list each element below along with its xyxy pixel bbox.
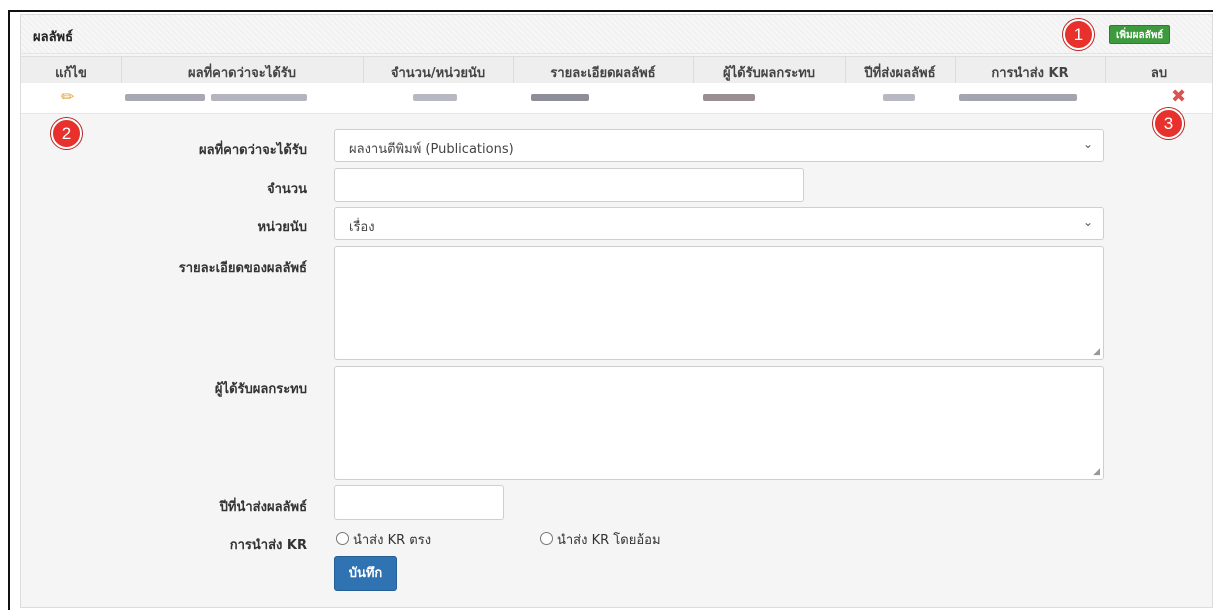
chevron-down-icon: ⌄ (1082, 137, 1093, 151)
save-button[interactable]: บันทึก (334, 556, 397, 591)
expected-result-value: ผลงานตีพิมพ์ (Publications) (349, 142, 514, 157)
year-input[interactable] (334, 485, 504, 520)
close-icon[interactable]: ✖ (1171, 86, 1186, 107)
unit-select[interactable]: เรื่อง ⌄ (334, 207, 1104, 240)
affected-textarea[interactable]: ◢ (334, 366, 1104, 480)
resize-handle-icon[interactable]: ◢ (1093, 467, 1100, 477)
column-header-amount: จำนวน/หน่วยนับ (390, 66, 486, 81)
redacted-cell (125, 94, 205, 101)
column-header-expected: ผลที่คาดว่าจะได้รับ (187, 66, 296, 81)
callout-marker-2: 2 (51, 118, 82, 149)
callout-marker-3: 3 (1153, 108, 1184, 139)
detail-textarea[interactable]: ◢ (334, 246, 1104, 360)
year-label: ปีที่นำส่งผลลัพธ์ (219, 500, 307, 515)
screenshot-frame-top (8, 10, 1213, 12)
kr-indirect-radio[interactable]: นำส่ง KR โดยอ้อม (540, 529, 661, 550)
radio-circle-icon (336, 532, 349, 545)
pencil-icon[interactable]: ✏ (61, 87, 74, 106)
expected-label: ผลที่คาดว่าจะได้รับ (198, 143, 307, 158)
amount-input[interactable] (334, 168, 804, 202)
detail-label: รายละเอียดของผลลัพธ์ (178, 261, 307, 276)
kr-label: การนำส่ง KR (229, 538, 307, 553)
kr-direct-label: นำส่ง KR ตรง (353, 533, 432, 548)
redacted-cell (883, 94, 915, 101)
kr-indirect-label: นำส่ง KR โดยอ้อม (557, 533, 661, 548)
radio-circle-icon (540, 532, 553, 545)
kr-direct-radio[interactable]: นำส่ง KR ตรง (336, 529, 431, 550)
column-header-year: ปีที่ส่งผลลัพธ์ (864, 66, 936, 81)
column-header-kr: การนำส่ง KR (991, 66, 1069, 81)
expected-result-select[interactable]: ผลงานตีพิมพ์ (Publications) ⌄ (334, 129, 1104, 162)
table-row: ✏ ✖ (21, 83, 1212, 114)
screenshot-frame-left (8, 10, 10, 610)
chevron-down-icon: ⌄ (1082, 215, 1093, 229)
column-header-affected: ผู้ได้รับผลกระทบ (722, 66, 816, 81)
redacted-cell (413, 94, 457, 101)
results-table-header: แก้ไข ผลที่คาดว่าจะได้รับ จำนวน/หน่วยนับ… (21, 56, 1212, 84)
redacted-cell (211, 94, 307, 101)
results-panel: ผลลัพธ์ เพิ่มผลลัพธ์ แก้ไข ผลที่คาดว่าจะ… (20, 14, 1213, 608)
redacted-cell (531, 94, 589, 101)
unit-label: หน่วยนับ (257, 220, 307, 235)
callout-marker-1: 1 (1063, 19, 1094, 50)
affected-label: ผู้ได้รับผลกระทบ (214, 382, 307, 397)
add-result-button[interactable]: เพิ่มผลลัพธ์ (1109, 25, 1171, 44)
redacted-cell (959, 94, 1077, 101)
unit-value: เรื่อง (349, 220, 375, 235)
panel-header: ผลลัพธ์ เพิ่มผลลัพธ์ (21, 15, 1212, 54)
panel-title: ผลลัพธ์ (33, 30, 74, 45)
redacted-cell (703, 94, 755, 101)
amount-label: จำนวน (267, 182, 307, 197)
column-header-edit: แก้ไข (55, 66, 87, 81)
resize-handle-icon[interactable]: ◢ (1093, 347, 1100, 357)
column-header-detail: รายละเอียดผลลัพธ์ (550, 66, 656, 81)
column-header-delete: ลบ (1150, 66, 1168, 81)
